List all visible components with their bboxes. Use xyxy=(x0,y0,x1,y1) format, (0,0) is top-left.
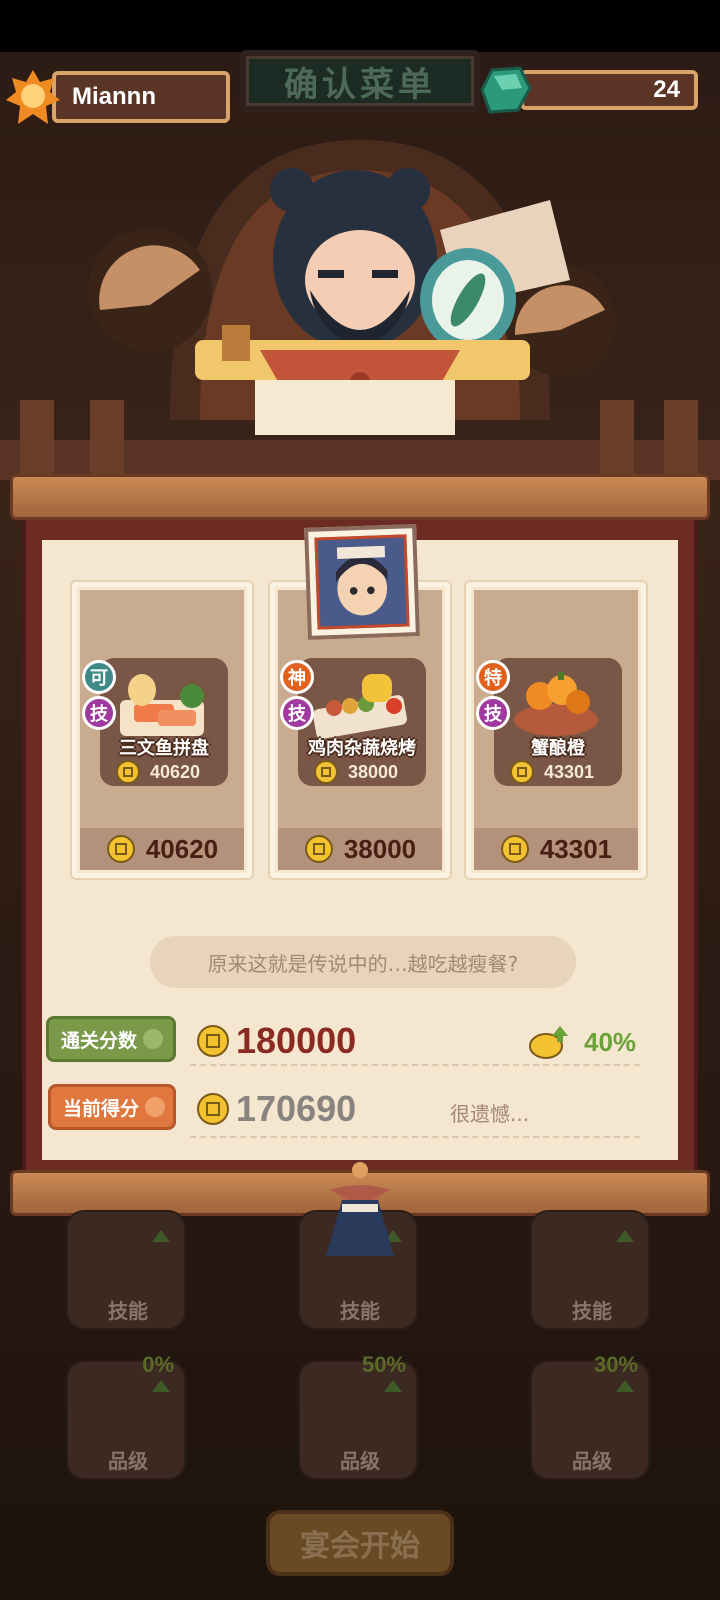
coin-icon xyxy=(510,760,534,784)
coin-icon xyxy=(314,760,338,784)
scroll-rod-top xyxy=(10,474,710,520)
slot-label: 品级 xyxy=(572,1449,612,1473)
dish-price: 43301 xyxy=(510,760,594,784)
dish-name: 蟹酿橙 xyxy=(531,738,585,759)
crab-orange-icon xyxy=(514,672,598,736)
skill-badge: 技 xyxy=(82,696,116,730)
arrow-up-icon xyxy=(384,1380,402,1392)
arrow-up-icon xyxy=(152,1230,170,1242)
player-avatar-icon xyxy=(6,70,60,124)
coin-icon xyxy=(116,760,140,784)
dish-price-value: 40620 xyxy=(150,761,201,782)
skill-badge: 技 xyxy=(280,696,314,730)
dish-total: 43301 xyxy=(474,828,638,870)
slot-label: 品级 xyxy=(340,1449,380,1473)
skill-slot-3[interactable]: 技能 xyxy=(530,1210,650,1330)
grade-percent: 50% xyxy=(361,1352,406,1377)
target-score: 180000 xyxy=(196,1020,356,1062)
player-name: Miannn xyxy=(72,83,156,110)
chevron-right-icon xyxy=(143,1029,164,1049)
divider xyxy=(190,1064,640,1066)
current-score-label: 当前得分 xyxy=(48,1084,176,1130)
arrow-up-icon xyxy=(616,1230,634,1242)
result-text: 很遗憾... xyxy=(450,1102,530,1126)
ribbon-ornament xyxy=(326,1162,394,1256)
dish-price-value: 43301 xyxy=(544,761,595,782)
comment-bubble: 原来这就是传说中的…越吃越瘦餐? xyxy=(150,936,576,988)
chevron-right-icon xyxy=(145,1097,166,1117)
grade-percent: 0% xyxy=(142,1352,174,1377)
player-info[interactable]: Miannn xyxy=(4,66,230,128)
coin-bag-up-icon xyxy=(529,1026,568,1059)
grade-slot-2[interactable]: 50% 品级 xyxy=(298,1352,418,1480)
dish-price: 38000 xyxy=(314,760,398,784)
status-bar xyxy=(0,0,720,52)
page-title: 确认菜单 xyxy=(284,64,436,105)
coin-icon xyxy=(500,835,529,863)
coin-icon xyxy=(197,1025,229,1057)
bonus-indicator: 40% xyxy=(528,1024,636,1060)
dish-card-3[interactable]: 特 技 蟹酿橙 43301 43301 xyxy=(466,582,646,878)
bonus-percent: 40% xyxy=(584,1026,637,1057)
grade-slot-1[interactable]: 0% 品级 xyxy=(66,1352,186,1480)
start-banquet-label: 宴会开始 xyxy=(300,1529,420,1564)
comment-text: 原来这就是传说中的…越吃越瘦餐? xyxy=(207,951,519,976)
start-banquet-button[interactable]: 宴会开始 xyxy=(266,1510,454,1576)
slot-label: 技能 xyxy=(572,1299,612,1323)
rarity-badge: 特 xyxy=(476,660,510,694)
skill-badge: 技 xyxy=(476,696,510,730)
divider xyxy=(190,1136,640,1138)
chef-portrait-icon xyxy=(314,534,410,630)
slot-label: 技能 xyxy=(108,1299,148,1323)
coin-icon xyxy=(304,835,333,863)
dish-card-1[interactable]: 可 技 三文鱼拼盘 40620 40620 xyxy=(72,582,252,878)
grade-percent: 30% xyxy=(593,1352,638,1377)
chef-portrait[interactable] xyxy=(304,524,420,640)
grade-slot-3[interactable]: 30% 品级 xyxy=(530,1352,650,1480)
rarity-badge: 神 xyxy=(280,660,314,694)
dish-total: 40620 xyxy=(80,828,244,870)
slot-label: 品级 xyxy=(108,1449,148,1473)
wooden-fence xyxy=(0,400,720,480)
game-scene: 确认菜单 Miannn 24 可 技 三文鱼拼盘 40620 40620 神 技… xyxy=(0,0,720,1600)
dish-total: 38000 xyxy=(278,828,442,870)
dish-price: 40620 xyxy=(116,760,200,784)
dish-total-value: 38000 xyxy=(343,833,417,864)
player-name-box: Miannn xyxy=(52,71,230,123)
dish-total-value: 40620 xyxy=(145,833,219,864)
salmon-platter-icon xyxy=(120,674,204,736)
gem-icon xyxy=(480,66,532,114)
target-score-label-text: 通关分数 xyxy=(61,1029,138,1052)
skill-slot-1[interactable]: 技能 xyxy=(66,1210,186,1330)
slot-label: 技能 xyxy=(340,1299,380,1323)
rarity-badge: 可 xyxy=(82,660,116,694)
menu-title-sign: 确认菜单 xyxy=(240,50,480,112)
gem-count-box: 24 xyxy=(520,70,698,110)
target-score-value: 180000 xyxy=(236,1020,357,1061)
arrow-up-icon xyxy=(616,1380,634,1392)
current-score-label-text: 当前得分 xyxy=(63,1097,140,1120)
dish-name: 三文鱼拼盘 xyxy=(119,738,209,759)
current-score: 170690 xyxy=(196,1088,356,1130)
dish-total-value: 43301 xyxy=(539,833,613,864)
coin-icon xyxy=(197,1093,229,1125)
dish-name: 鸡肉杂蔬烧烤 xyxy=(308,738,416,759)
coin-icon xyxy=(106,835,135,863)
gem-counter[interactable]: 24 xyxy=(480,64,698,116)
target-score-label: 通关分数 xyxy=(46,1016,176,1062)
dish-price-value: 38000 xyxy=(348,761,399,782)
arrow-up-icon xyxy=(152,1380,170,1392)
chicken-skewer-icon xyxy=(313,674,407,739)
gem-count: 24 xyxy=(653,76,680,103)
current-score-value: 170690 xyxy=(236,1088,357,1129)
